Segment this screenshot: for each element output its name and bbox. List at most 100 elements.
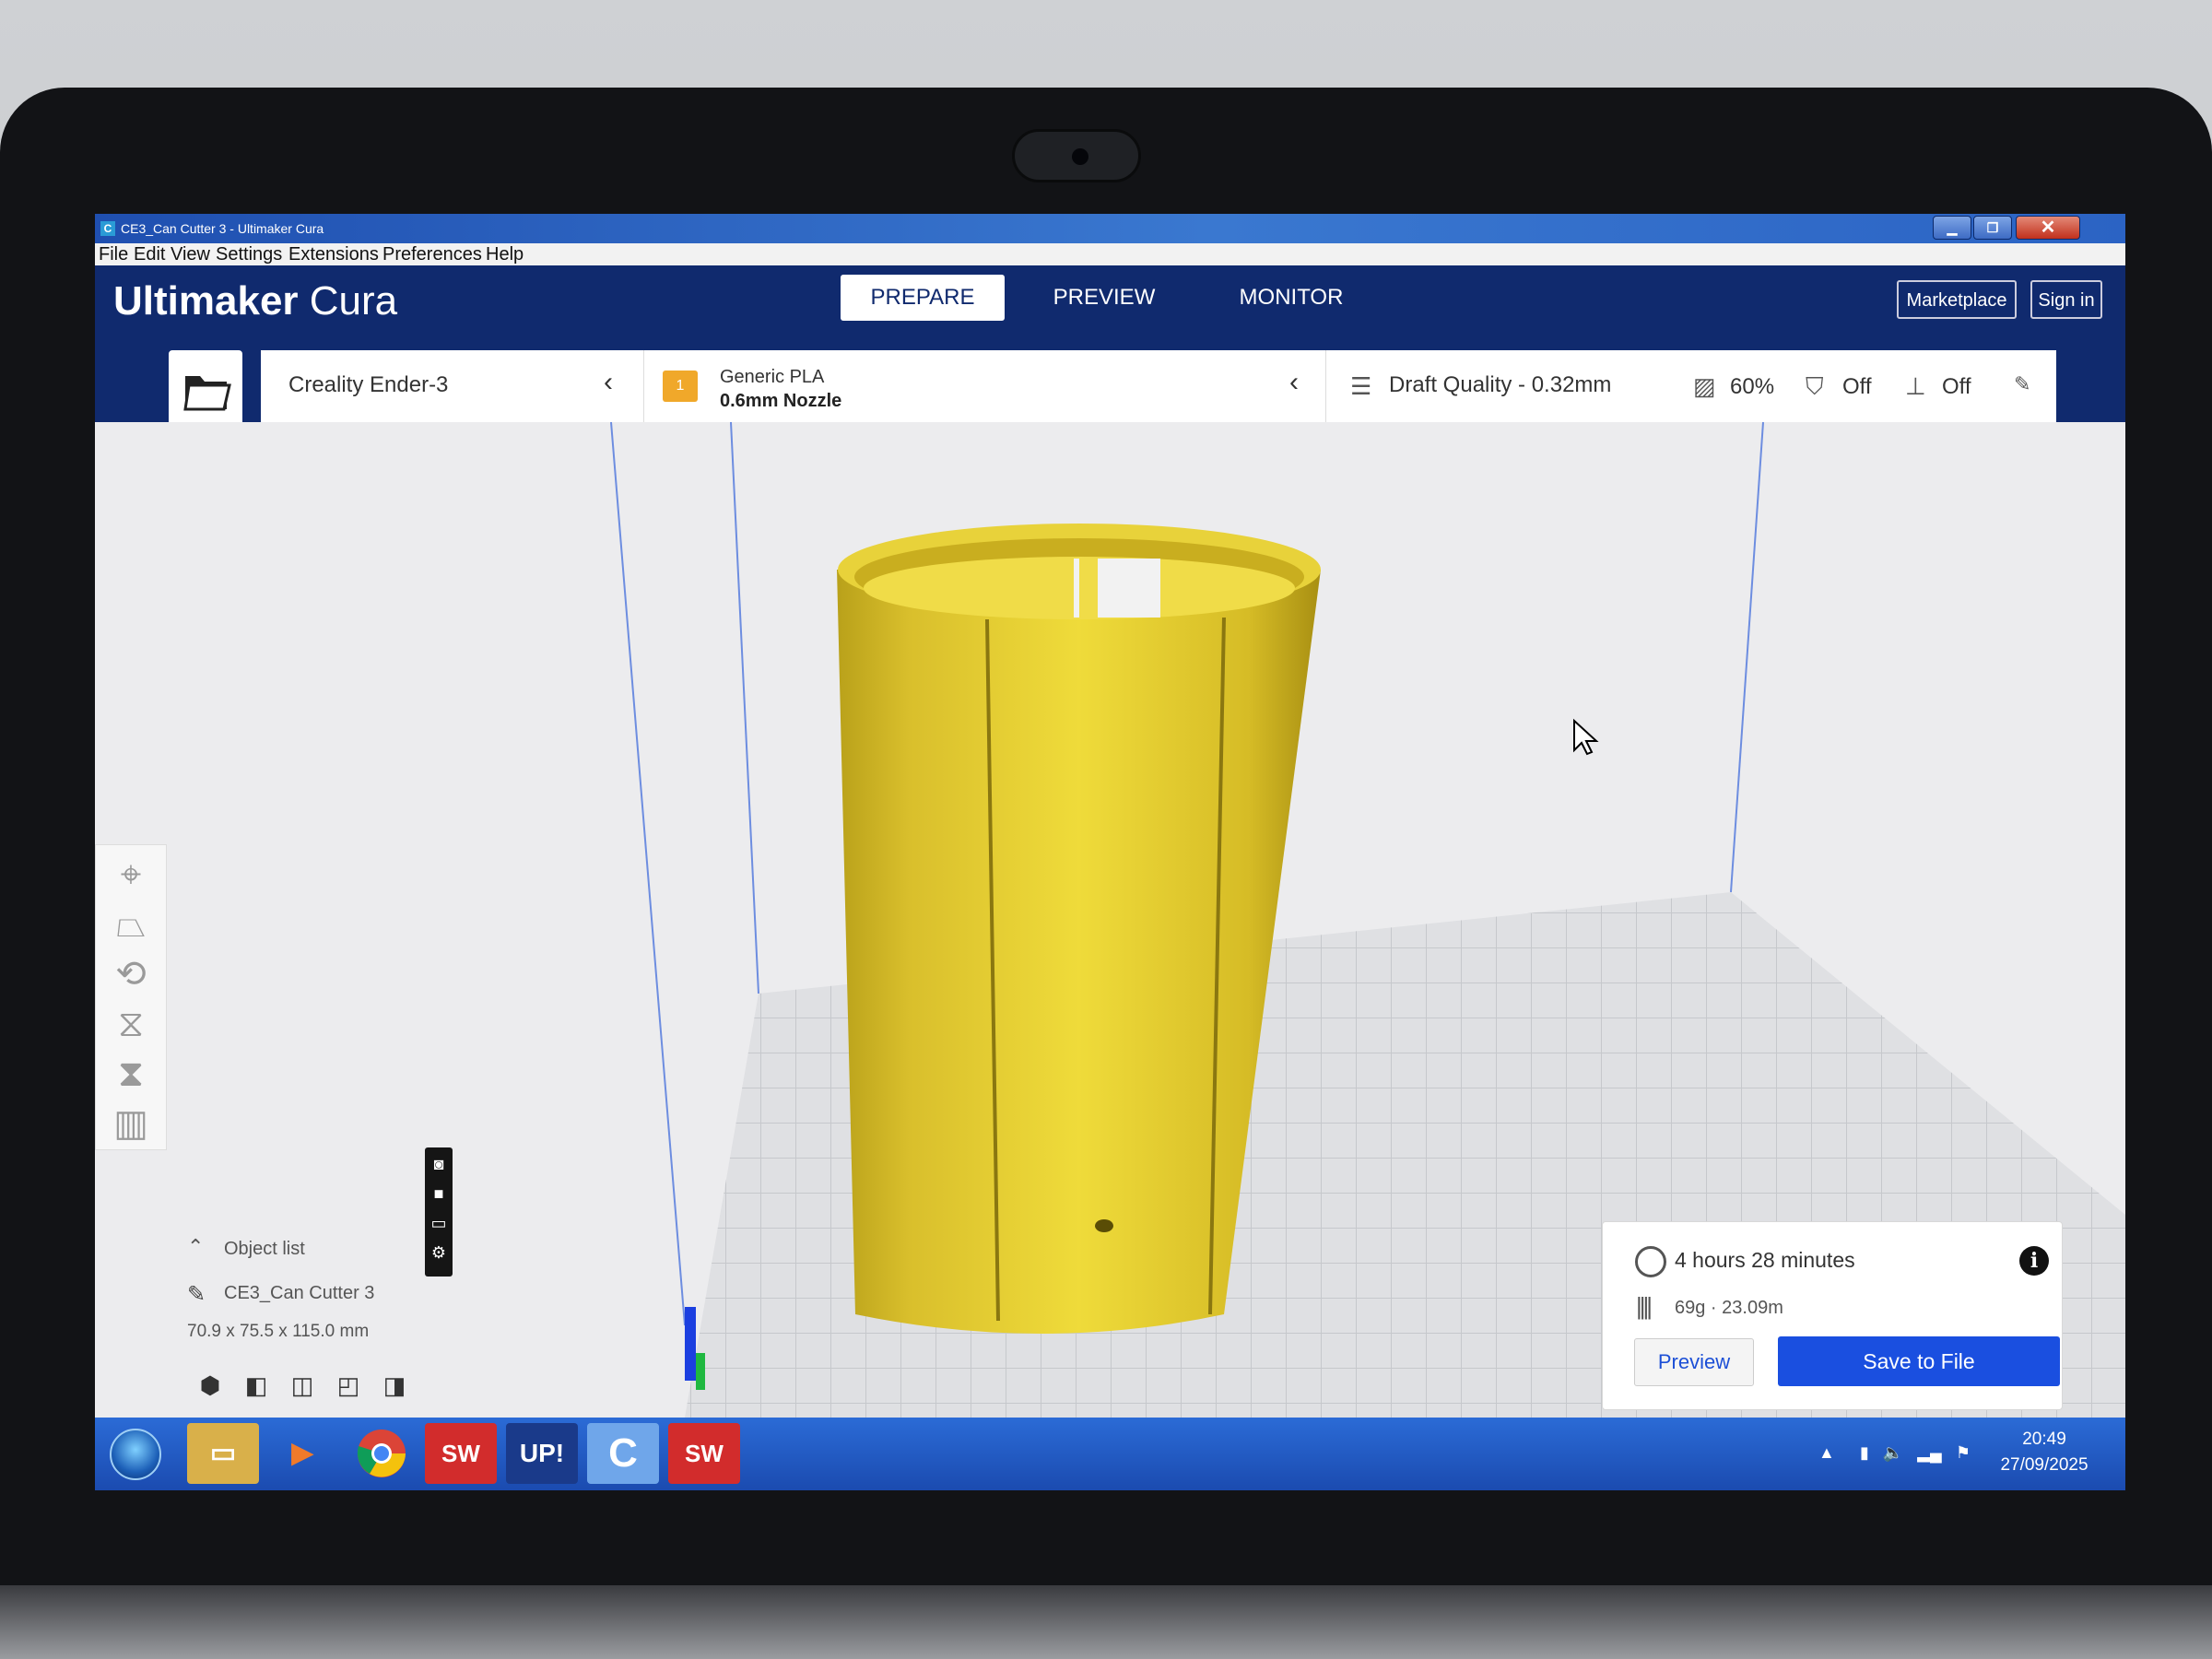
quality-profile: Draft Quality - 0.32mm — [1389, 372, 1612, 397]
video-camera-icon[interactable]: ■ — [429, 1184, 448, 1203]
chevron-left-icon: ‹ — [1289, 367, 1299, 397]
signal-icon[interactable]: ▂▄ — [1917, 1443, 1942, 1462]
cura-taskbar-icon[interactable]: C — [587, 1423, 659, 1484]
solidworks-icon[interactable]: SW — [425, 1423, 497, 1484]
z-axis-indicator — [685, 1307, 696, 1381]
chevron-left-icon: ‹ — [604, 367, 613, 397]
view-3d-icon[interactable]: ⬢ — [196, 1371, 224, 1399]
model-slot-thin — [1074, 559, 1079, 618]
infill-value: 60% — [1730, 374, 1775, 399]
material-selector[interactable]: 1 Generic PLA 0.6mm Nozzle ‹ — [644, 350, 1326, 422]
marketplace-button[interactable]: Marketplace — [1897, 280, 2017, 319]
material-extruder-badge: 1 — [663, 371, 698, 402]
laptop-base — [0, 1585, 2212, 1659]
menu-view[interactable]: View — [171, 244, 210, 265]
media-player-icon[interactable]: ▶ — [266, 1423, 338, 1484]
model-slot — [1098, 559, 1160, 618]
menu-settings[interactable]: Settings — [216, 244, 282, 265]
chrome-icon[interactable] — [346, 1423, 418, 1484]
build-volume-edge — [1730, 422, 1764, 893]
cura-app-icon: C — [100, 221, 115, 236]
windows-taskbar: ▭ ▶ SW UP! C SW ▲ ▮ 🔈 ▂▄ ⚑ 20:49 27/09/2… — [95, 1418, 2125, 1490]
folder-icon — [183, 376, 231, 411]
cura-logo: Ultimaker Cura — [113, 278, 398, 324]
view-left-icon[interactable]: ◰ — [335, 1371, 362, 1399]
chrome-logo — [357, 1430, 406, 1477]
system-tray: ▲ ▮ 🔈 ▂▄ ⚑ — [1818, 1443, 1971, 1463]
object-list-title[interactable]: Object list — [224, 1239, 305, 1260]
window-title: CE3_Can Cutter 3 - Ultimaker Cura — [121, 221, 324, 236]
infill-icon: ▨ — [1693, 372, 1716, 400]
y-axis-indicator — [696, 1353, 705, 1390]
transform-toolbar: ⌖ ⏢ ⟲ ⧖ ⧗ ▥ — [95, 844, 167, 1150]
clock-icon — [1635, 1246, 1666, 1277]
support-blocker-icon[interactable]: ▥ — [109, 1101, 153, 1146]
adhesion-icon: ⊥ — [1905, 372, 1926, 400]
menu-help[interactable]: Help — [486, 244, 524, 265]
clock-time: 20:49 — [2022, 1430, 2066, 1449]
clock-date: 27/09/2025 — [2000, 1455, 2088, 1475]
tab-monitor[interactable]: MONITOR — [1218, 275, 1365, 321]
taskbar-clock[interactable]: 20:49 27/09/2025 — [1980, 1427, 2109, 1478]
support-icon: ⛉ — [1806, 372, 1824, 400]
mirror-tool-icon[interactable]: ⧖ — [109, 1002, 153, 1046]
cura-header: Ultimaker Cura PREPARE PREVIEW MONITOR M… — [95, 265, 2125, 334]
scale-tool-icon[interactable]: ⏢ — [109, 902, 153, 947]
object-dimensions: 70.9 x 75.5 x 115.0 mm — [187, 1322, 370, 1341]
menu-preferences[interactable]: Preferences — [382, 244, 482, 265]
3d-viewport[interactable]: ⌖ ⏢ ⟲ ⧖ ⧗ ▥ ◙ ■ ▭ ⚙ ⌃ Object list ✎ CE3_… — [95, 422, 2125, 1418]
material-name: Generic PLA — [720, 367, 825, 387]
menu-file[interactable]: File — [99, 244, 128, 265]
info-icon[interactable]: i — [2019, 1246, 2049, 1276]
support-value: Off — [1842, 374, 1872, 399]
build-volume-edge — [730, 422, 759, 994]
open-file-button[interactable] — [169, 350, 242, 422]
move-tool-icon[interactable]: ⌖ — [109, 853, 153, 897]
stage-toolbar: Creality Ender-3 ‹ 1 Generic PLA 0.6mm N… — [95, 334, 2125, 422]
adhesion-value: Off — [1942, 374, 1971, 399]
action-center-flag-icon[interactable]: ⚑ — [1956, 1443, 1971, 1462]
object-list-panel: ⌃ Object list ✎ CE3_Can Cutter 3 70.9 x … — [187, 1233, 519, 1418]
preview-button[interactable]: Preview — [1634, 1338, 1754, 1386]
tab-preview[interactable]: PREVIEW — [1035, 275, 1173, 321]
rotate-tool-icon[interactable]: ⟲ — [109, 952, 153, 996]
print-settings-selector[interactable]: ☰ Draft Quality - 0.32mm ▨ 60% ⛉ Off ⊥ O… — [1326, 350, 2056, 422]
save-to-file-button[interactable]: Save to File — [1778, 1336, 2060, 1386]
quality-bars-icon: ☰ — [1350, 372, 1372, 400]
minimize-button[interactable]: ▁ — [1933, 216, 1971, 240]
pencil-icon[interactable]: ✎ — [2014, 372, 2030, 396]
per-model-settings-icon[interactable]: ⧗ — [109, 1052, 153, 1096]
layers-icon[interactable]: ▭ — [429, 1214, 448, 1232]
material-usage: 69g · 23.09m — [1675, 1298, 1783, 1318]
solidworks-icon-2[interactable]: SW — [668, 1423, 740, 1484]
object-name[interactable]: CE3_Can Cutter 3 — [224, 1283, 374, 1304]
print-estimate-panel: 4 hours 28 minutes i |||| 69g · 23.09m P… — [1602, 1221, 2063, 1410]
printer-selector[interactable]: Creality Ender-3 ‹ — [261, 350, 644, 422]
webcam-cover — [1012, 129, 1141, 182]
menu-extensions[interactable]: Extensions — [288, 244, 379, 265]
network-icon[interactable]: ▮ — [1860, 1443, 1869, 1462]
tab-prepare[interactable]: PREPARE — [841, 275, 1005, 321]
view-top-icon[interactable]: ◫ — [288, 1371, 316, 1399]
view-right-icon[interactable]: ◨ — [381, 1371, 408, 1399]
camera-icon[interactable]: ◙ — [429, 1155, 448, 1173]
pencil-icon[interactable]: ✎ — [187, 1281, 206, 1308]
explorer-icon[interactable]: ▭ — [187, 1423, 259, 1484]
screen: C CE3_Can Cutter 3 - Ultimaker Cura ▁ ❐ … — [95, 214, 2125, 1490]
start-button[interactable] — [110, 1429, 161, 1480]
maximize-button[interactable]: ❐ — [1973, 216, 2012, 240]
up-studio-icon[interactable]: UP! — [506, 1423, 578, 1484]
menu-edit[interactable]: Edit — [134, 244, 165, 265]
model-hole — [1095, 1219, 1113, 1232]
sign-in-button[interactable]: Sign in — [2030, 280, 2102, 319]
print-time: 4 hours 28 minutes — [1675, 1248, 1855, 1272]
show-hidden-icons[interactable]: ▲ — [1818, 1443, 1835, 1462]
mouse-cursor-icon — [1573, 718, 1599, 756]
filament-icon: |||| — [1636, 1292, 1653, 1320]
close-button[interactable]: ✕ — [2016, 216, 2080, 240]
build-volume-edge — [610, 422, 686, 1326]
volume-icon[interactable]: 🔈 — [1883, 1443, 1903, 1462]
chevron-up-icon[interactable]: ⌃ — [187, 1235, 204, 1259]
view-front-icon[interactable]: ◧ — [242, 1371, 270, 1399]
menu-bar: File Edit View Settings Extensions Prefe… — [95, 243, 2125, 265]
